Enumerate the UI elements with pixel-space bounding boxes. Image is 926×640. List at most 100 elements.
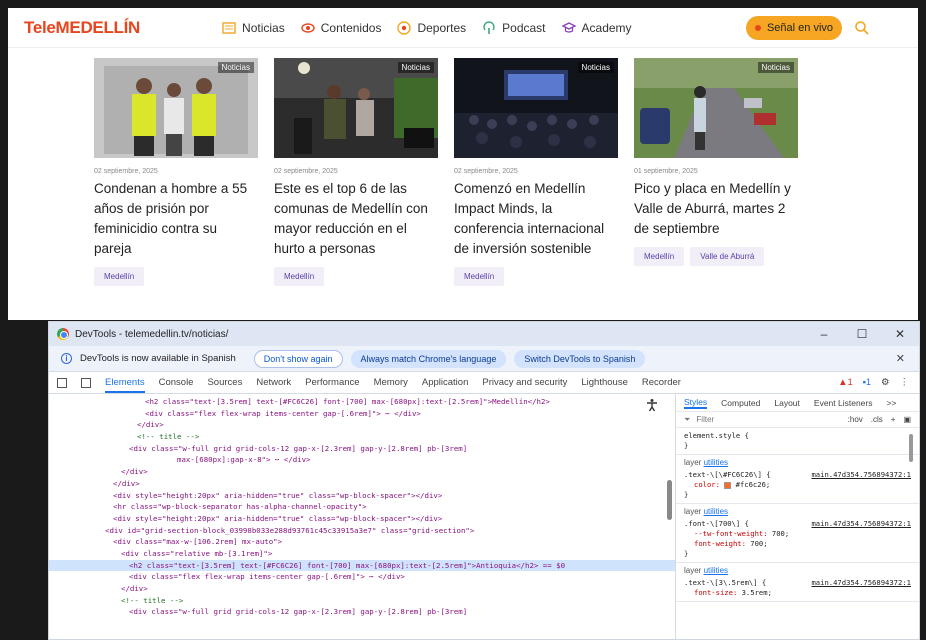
- always-match-language-button[interactable]: Always match Chrome's language: [350, 349, 507, 368]
- rule-property[interactable]: font-size:: [694, 588, 737, 597]
- news-card[interactable]: Noticias 02 septiembre, 2025 Este es el …: [274, 58, 438, 286]
- rule-source-link[interactable]: main.47d354.756894372:1: [811, 519, 911, 529]
- news-card-photo[interactable]: Noticias: [454, 58, 618, 158]
- tab-recorder[interactable]: Recorder: [642, 377, 681, 388]
- news-card[interactable]: Noticias 01 septiembre, 2025 Pico y plac…: [634, 58, 798, 286]
- site-logo[interactable]: TeleMEDELLÍN: [24, 18, 140, 38]
- nav-podcast[interactable]: Podcast: [482, 21, 546, 35]
- dom-node[interactable]: <!-- title -->: [49, 595, 675, 607]
- more-tabs-chevron-icon[interactable]: >>: [887, 398, 897, 408]
- tab-network[interactable]: Network: [256, 377, 291, 388]
- dom-node[interactable]: </div>: [49, 583, 675, 595]
- switch-to-spanish-button[interactable]: Switch DevTools to Spanish: [514, 349, 646, 368]
- maximize-icon[interactable]: ☐: [843, 327, 881, 341]
- tab-event-listeners[interactable]: Event Listeners: [814, 398, 873, 408]
- tab-privacy-security[interactable]: Privacy and security: [482, 377, 567, 388]
- news-card[interactable]: Noticias 02 septiembre, 2025 Condenan a …: [94, 58, 258, 286]
- rule-property[interactable]: color:: [694, 480, 720, 489]
- color-swatch[interactable]: [724, 481, 732, 489]
- dom-node[interactable]: <div class="w-full grid grid-cols-12 gap…: [49, 443, 675, 455]
- banner-close-icon[interactable]: ✕: [896, 352, 905, 365]
- settings-gear-icon[interactable]: ⚙: [881, 377, 890, 388]
- tag-medellin[interactable]: Medellín: [454, 267, 505, 286]
- dom-node[interactable]: <h2 class="text-[3.5rem] text-[#FC6C26] …: [49, 396, 675, 408]
- dom-node[interactable]: </div>: [49, 419, 675, 431]
- dom-node[interactable]: max-[680px]:gap-x-8"> ⋯ </div>: [49, 454, 675, 466]
- tag-medellin[interactable]: Medellín: [94, 267, 145, 286]
- styles-filter-input[interactable]: Filter: [696, 415, 714, 424]
- layer-utilities-link[interactable]: utilities: [704, 566, 728, 575]
- tag-valle-de-aburra[interactable]: Valle de Aburrá: [690, 247, 765, 266]
- layer-utilities-link[interactable]: utilities: [704, 507, 728, 516]
- dom-node[interactable]: <div class="relative mb-[3.1rem]">: [49, 548, 675, 560]
- dom-node-selected[interactable]: <h2 class="text-[3.5rem] text-[#FC6C26] …: [49, 559, 675, 572]
- device-toolbar-icon[interactable]: [81, 377, 91, 388]
- rule-selector[interactable]: .text-\[3\.5rem\] {: [684, 578, 766, 587]
- inspect-element-icon[interactable]: [57, 377, 67, 388]
- computed-sidebar-icon[interactable]: ▣: [903, 415, 911, 424]
- tab-styles[interactable]: Styles: [684, 397, 708, 409]
- news-card-photo[interactable]: Noticias: [274, 58, 438, 158]
- live-signal-button[interactable]: Señal en vivo: [746, 16, 842, 40]
- rule-value[interactable]: 700;: [750, 539, 767, 548]
- tab-sources[interactable]: Sources: [207, 377, 242, 388]
- dom-node[interactable]: <div class="w-full grid grid-cols-12 gap…: [49, 606, 675, 618]
- nav-academy[interactable]: Academy: [561, 21, 632, 35]
- dom-node[interactable]: <div style="height:20px" aria-hidden="tr…: [49, 513, 675, 525]
- rule-value[interactable]: #fc6c26;: [736, 480, 771, 489]
- nav-deportes[interactable]: Deportes: [397, 21, 466, 35]
- nav-contenidos[interactable]: Contenidos: [301, 21, 381, 35]
- news-card-photo[interactable]: Noticias: [634, 58, 798, 158]
- devtools-title: DevTools - telemedellin.tv/noticias/: [75, 328, 229, 340]
- styles-scrollbar[interactable]: [909, 434, 913, 462]
- tab-performance[interactable]: Performance: [305, 377, 359, 388]
- rule-property[interactable]: font-weight:: [694, 539, 746, 548]
- dom-node[interactable]: <div id="grid-section-block_03998b033e28…: [49, 525, 675, 537]
- news-title[interactable]: Este es el top 6 de las comunas de Medel…: [274, 179, 438, 261]
- tag-medellin[interactable]: Medellín: [274, 267, 325, 286]
- rule-selector[interactable]: .font-\[700\] {: [684, 519, 749, 528]
- hov-toggle[interactable]: :hov: [848, 415, 863, 424]
- rule-value[interactable]: 700;: [772, 529, 789, 538]
- search-icon[interactable]: [854, 20, 870, 36]
- message-counter[interactable]: ▪1: [863, 377, 871, 388]
- close-icon[interactable]: ✕: [881, 327, 919, 341]
- dom-node[interactable]: <hr class="wp-block-separator has-alpha-…: [49, 501, 675, 513]
- new-rule-button[interactable]: +: [891, 415, 896, 424]
- message-count: 1: [865, 377, 871, 387]
- tag-medellin[interactable]: Medellín: [634, 247, 685, 266]
- dom-node[interactable]: <div style="height:20px" aria-hidden="tr…: [49, 490, 675, 502]
- dom-node[interactable]: <div class="max-w-[106.2rem] mx-auto">: [49, 536, 675, 548]
- dom-node[interactable]: <!-- title -->: [49, 431, 675, 443]
- element-style-selector[interactable]: element.style {: [684, 431, 911, 441]
- news-card-photo[interactable]: Noticias: [94, 58, 258, 158]
- tab-memory[interactable]: Memory: [374, 377, 408, 388]
- tab-console[interactable]: Console: [159, 377, 194, 388]
- more-options-icon[interactable]: ⋮: [900, 377, 910, 388]
- tab-layout[interactable]: Layout: [774, 398, 800, 408]
- nav-noticias[interactable]: Noticias: [222, 21, 285, 35]
- cls-toggle[interactable]: .cls: [871, 415, 883, 424]
- news-title[interactable]: Comenzó en Medellín Impact Minds, la con…: [454, 179, 618, 261]
- warning-counter[interactable]: ▲1: [838, 377, 852, 388]
- tab-application[interactable]: Application: [422, 377, 468, 388]
- layer-utilities-link[interactable]: utilities: [704, 458, 728, 467]
- news-card[interactable]: Noticias 02 septiembre, 2025 Comenzó en …: [454, 58, 618, 286]
- rule-source-link[interactable]: main.47d354.756894372:1: [811, 578, 911, 588]
- news-title[interactable]: Condenan a hombre a 55 años de prisión p…: [94, 179, 258, 261]
- dom-node[interactable]: </div>: [49, 466, 675, 478]
- tab-lighthouse[interactable]: Lighthouse: [581, 377, 627, 388]
- rule-value[interactable]: 3.5rem;: [742, 588, 772, 597]
- dom-node[interactable]: <div class="flex flex-wrap items-center …: [49, 571, 675, 583]
- rule-source-link[interactable]: main.47d354.756894372:1: [811, 470, 911, 480]
- minimize-icon[interactable]: –: [805, 327, 843, 341]
- tab-computed[interactable]: Computed: [721, 398, 760, 408]
- dom-node[interactable]: <div class="flex flex-wrap items-center …: [49, 408, 675, 420]
- dom-tree-scrollbar[interactable]: [667, 480, 672, 520]
- rule-selector[interactable]: .text-\[\#FC6C26\] {: [684, 470, 771, 479]
- rule-property[interactable]: --tw-font-weight:: [694, 529, 768, 538]
- tab-elements[interactable]: Elements: [105, 377, 145, 393]
- dom-node[interactable]: </div>: [49, 478, 675, 490]
- dont-show-again-button[interactable]: Don't show again: [253, 349, 343, 368]
- accessibility-icon[interactable]: [645, 398, 659, 412]
